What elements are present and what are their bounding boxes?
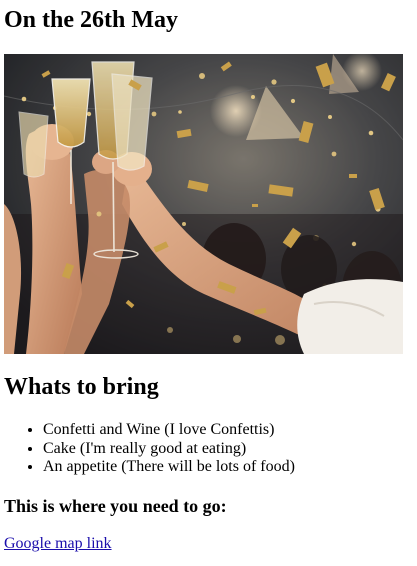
celebration-photo bbox=[4, 54, 403, 354]
list-item: Cake (I'm really good at eating) bbox=[43, 440, 295, 459]
bring-heading: Whats to bring bbox=[4, 374, 159, 400]
google-map-link[interactable]: Google map link bbox=[4, 535, 112, 553]
list-item: An appetite (There will be lots of food) bbox=[43, 458, 295, 477]
location-heading: This is where you need to go: bbox=[4, 496, 227, 516]
bring-list: Confetti and Wine (I love Confettis) Cak… bbox=[4, 421, 295, 477]
list-item: Confetti and Wine (I love Confettis) bbox=[43, 421, 295, 440]
page-title: On the 26th May bbox=[4, 7, 178, 33]
